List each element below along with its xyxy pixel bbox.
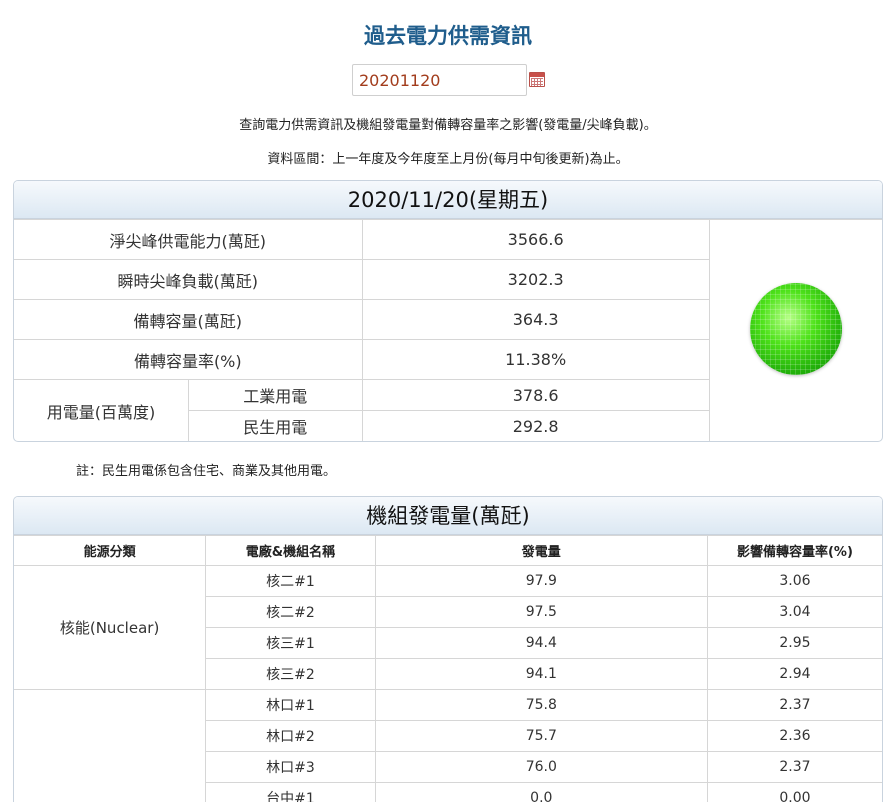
unit-impact: 2.37: [706, 689, 882, 721]
summary-table: 淨尖峰供電能力(萬瓩) 3566.6 瞬時尖峰負載(萬瓩) 3202.3 備轉容…: [14, 219, 882, 441]
table-row: 林口#1 75.8 2.37: [14, 689, 882, 802]
page-title: 過去電力供需資訊: [364, 24, 532, 48]
unit-name: 林口#1: [205, 689, 376, 721]
summary-row: 淨尖峰供電能力(萬瓩) 3566.6: [14, 219, 882, 441]
unit-name: 台中#1: [205, 782, 376, 802]
description-line: 查詢電力供需資訊及機組發電量對備轉容量率之影響(發電量/尖峰負載)。: [239, 118, 657, 133]
usage-value: 378.6: [361, 379, 710, 411]
usage-type: 工業用電: [188, 379, 363, 411]
unit-name: 林口#3: [205, 751, 376, 783]
unit-name: 核三#1: [205, 627, 376, 659]
unit-impact: 0.00: [706, 782, 882, 802]
generation-header: 機組發電量(萬瓩): [14, 497, 882, 535]
green-light-icon: [749, 282, 842, 375]
unit-impact: 2.94: [706, 658, 882, 690]
unit-impact: 2.36: [706, 720, 882, 752]
unit-output: 97.5: [374, 596, 708, 628]
usage-value: 292.8: [361, 410, 710, 441]
generation-panel: 機組發電量(萬瓩) 能源分類 電廠&機組名稱 發電量 影響備轉容量率(%) 核能…: [13, 496, 883, 802]
column-header: 電廠&機組名稱: [205, 535, 376, 566]
unit-impact: 2.95: [706, 627, 882, 659]
data-range-line: 資料區間：上一年度及今年度至上月份(每月中旬後更新)為止。: [267, 152, 629, 167]
unit-output: 94.4: [374, 627, 708, 659]
unit-impact: 2.37: [706, 751, 882, 783]
unit-impact: 3.06: [706, 565, 882, 597]
status-indicator-cell: [708, 219, 882, 441]
unit-name: 核二#2: [205, 596, 376, 628]
date-input[interactable]: [352, 64, 527, 96]
unit-name: 核三#2: [205, 658, 376, 690]
column-header: 能源分類: [14, 535, 207, 566]
supply-summary-panel: 2020/11/20(星期五) 淨尖峰供電能力(萬瓩) 3566.6 瞬時尖峰負…: [13, 180, 883, 442]
unit-impact: 3.04: [706, 596, 882, 628]
summary-label: 備轉容量率(%): [14, 339, 363, 380]
summary-label: 備轉容量(萬瓩): [14, 299, 363, 340]
table-header-row: 能源分類 電廠&機組名稱 發電量 影響備轉容量率(%): [14, 535, 882, 566]
calendar-icon[interactable]: [529, 72, 545, 87]
date-picker: [352, 64, 552, 96]
summary-date-header: 2020/11/20(星期五): [14, 181, 882, 219]
unit-output: 94.1: [374, 658, 708, 690]
column-header: 影響備轉容量率(%): [706, 535, 882, 566]
footnote: 註：民生用電係包含住宅、商業及其他用電。: [76, 464, 337, 479]
unit-output: 97.9: [374, 565, 708, 597]
summary-value: 364.3: [361, 299, 710, 340]
energy-category: 核能(Nuclear): [14, 565, 207, 690]
unit-output: 75.7: [374, 720, 708, 752]
unit-output: 75.8: [374, 689, 708, 721]
unit-output: 0.0: [374, 782, 708, 802]
energy-category: [14, 689, 207, 802]
summary-label: 淨尖峰供電能力(萬瓩): [14, 219, 363, 260]
column-header: 發電量: [374, 535, 708, 566]
generation-table: 能源分類 電廠&機組名稱 發電量 影響備轉容量率(%) 核能(Nuclear) …: [14, 535, 882, 802]
usage-label: 用電量(百萬度): [14, 379, 190, 441]
unit-name: 林口#2: [205, 720, 376, 752]
table-row: 核能(Nuclear) 核二#1 97.9 3.06: [14, 565, 882, 690]
unit-output: 76.0: [374, 751, 708, 783]
usage-type: 民生用電: [188, 410, 363, 441]
unit-name: 核二#1: [205, 565, 376, 597]
summary-value: 3566.6: [361, 219, 710, 260]
summary-label: 瞬時尖峰負載(萬瓩): [14, 259, 363, 300]
summary-value: 11.38%: [361, 339, 710, 380]
summary-value: 3202.3: [361, 259, 710, 300]
